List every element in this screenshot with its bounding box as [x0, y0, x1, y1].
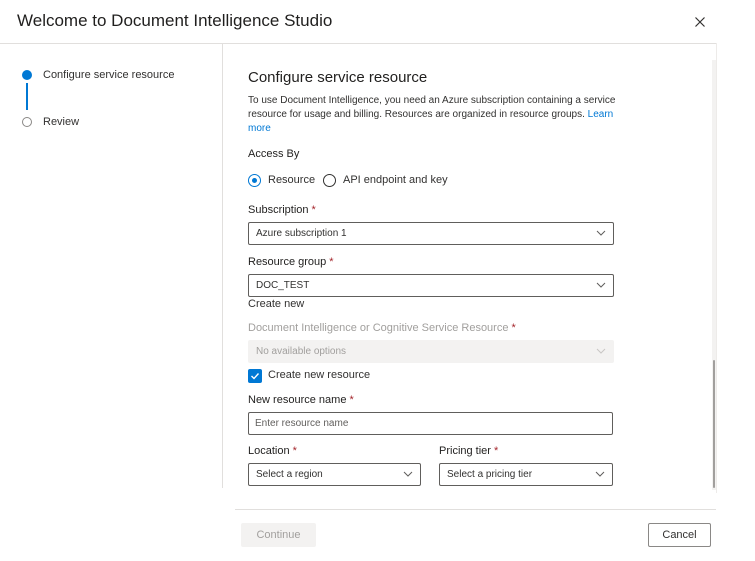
header-divider — [0, 43, 716, 44]
continue-button[interactable]: Continue — [241, 523, 316, 547]
location-label: Location * — [248, 445, 297, 457]
step-configure-service-resource: Configure service resource — [43, 69, 175, 81]
chevron-down-icon — [595, 471, 605, 477]
radio-api-endpoint[interactable] — [323, 174, 336, 187]
scrollbar-thumb[interactable] — [713, 360, 715, 488]
dialog-title: Welcome to Document Intelligence Studio — [17, 11, 333, 30]
description-text: To use Document Intelligence, you need a… — [248, 95, 616, 120]
footer-divider — [235, 509, 716, 510]
create-new-resource-label[interactable]: Create new resource — [268, 369, 370, 381]
service-resource-value: No available options — [256, 346, 347, 357]
access-by-label: Access By — [248, 148, 300, 160]
new-resource-name-input[interactable] — [248, 412, 613, 435]
step-active-indicator — [22, 70, 32, 80]
location-value: Select a region — [256, 469, 323, 480]
pricing-tier-value: Select a pricing tier — [447, 469, 533, 480]
pricing-tier-dropdown[interactable]: Select a pricing tier — [439, 463, 613, 486]
resource-group-label: Resource group * — [248, 256, 334, 268]
chevron-down-icon — [403, 471, 413, 477]
resource-group-value: DOC_TEST — [256, 280, 310, 291]
pricing-tier-label: Pricing tier * — [439, 445, 499, 457]
subscription-dropdown[interactable]: Azure subscription 1 — [248, 222, 614, 245]
radio-resource-label[interactable]: Resource — [268, 174, 315, 186]
chevron-down-icon — [596, 348, 606, 354]
create-new-resource-group-link[interactable]: Create new — [248, 298, 304, 310]
service-resource-label: Document Intelligence or Cognitive Servi… — [248, 322, 516, 334]
chevron-down-icon — [596, 282, 606, 288]
new-resource-name-label: New resource name * — [248, 394, 354, 406]
resource-group-dropdown[interactable]: DOC_TEST — [248, 274, 614, 297]
subscription-value: Azure subscription 1 — [256, 228, 347, 239]
location-dropdown[interactable]: Select a region — [248, 463, 421, 486]
step-connector — [26, 83, 28, 110]
subscription-label: Subscription * — [248, 204, 316, 216]
page-title: Configure service resource — [248, 69, 428, 86]
service-resource-dropdown: No available options — [248, 340, 614, 363]
panel-divider — [222, 44, 223, 488]
step-pending-indicator — [22, 117, 32, 127]
cancel-button[interactable]: Cancel — [648, 523, 711, 547]
content-border — [716, 43, 717, 493]
close-icon[interactable] — [690, 12, 710, 32]
description: To use Document Intelligence, you need a… — [248, 94, 623, 136]
checkmark-icon — [251, 373, 260, 380]
create-new-resource-checkbox[interactable] — [248, 369, 262, 383]
radio-resource[interactable] — [248, 174, 261, 187]
radio-api-endpoint-label[interactable]: API endpoint and key — [343, 174, 448, 186]
chevron-down-icon — [596, 230, 606, 236]
step-review: Review — [43, 116, 80, 128]
